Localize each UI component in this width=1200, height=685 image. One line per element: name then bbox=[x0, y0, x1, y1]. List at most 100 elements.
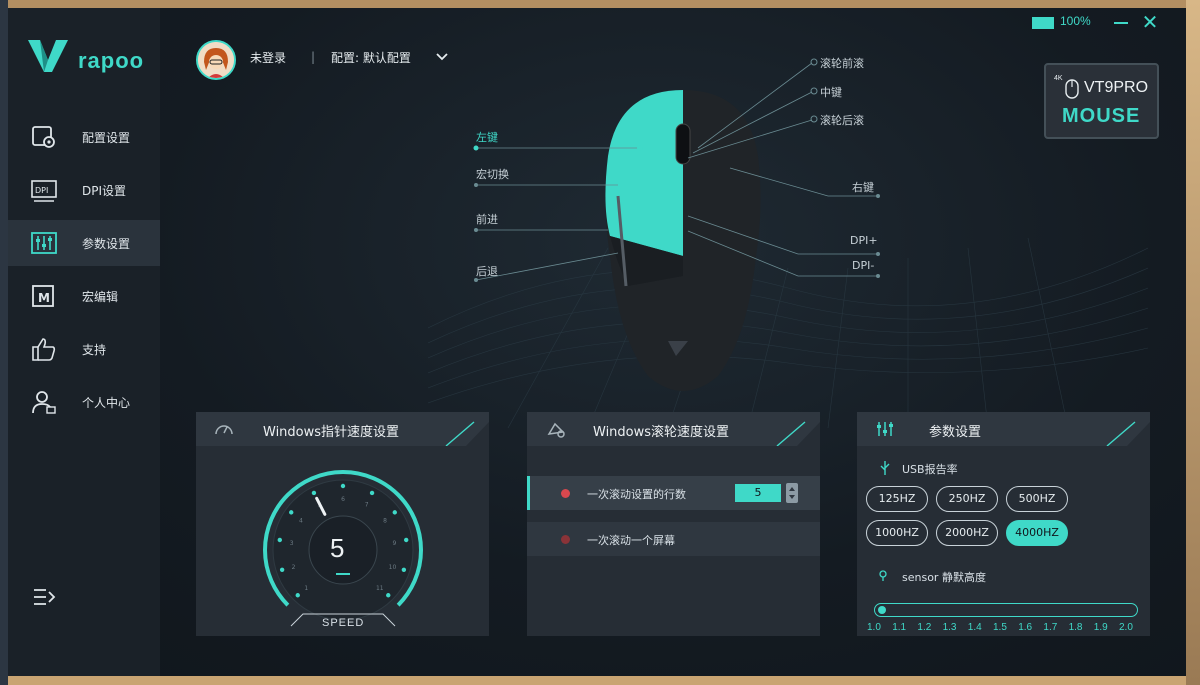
mouse-button-dpi-plus[interactable]: DPI+ bbox=[850, 234, 878, 247]
sidebar-item-label: 配置设置 bbox=[82, 131, 131, 145]
login-status[interactable]: 未登录 bbox=[250, 49, 286, 66]
scroll-lines-stepper[interactable] bbox=[786, 483, 798, 503]
badge-4k: 4K bbox=[1054, 75, 1063, 82]
thumbs-up-icon bbox=[32, 338, 56, 361]
rate-option-500[interactable]: 500HZ bbox=[1006, 486, 1068, 512]
lod-tick-label: 1.5 bbox=[993, 622, 1007, 633]
gauge-tick-dot bbox=[289, 510, 294, 515]
chevron-down-icon[interactable] bbox=[436, 52, 448, 62]
battery-icon bbox=[1032, 17, 1054, 29]
rate-option-2000[interactable]: 2000HZ bbox=[936, 520, 998, 546]
radio-dot-icon bbox=[561, 535, 570, 544]
sidebar-item-dpi[interactable]: DPI DPI设置 bbox=[8, 167, 160, 213]
v-logo-icon bbox=[28, 40, 68, 72]
svg-text:M: M bbox=[38, 291, 50, 305]
sidebar-item-label: 参数设置 bbox=[82, 237, 131, 251]
gauge-tick-label: 3 bbox=[290, 540, 294, 547]
rate-option-1000[interactable]: 1000HZ bbox=[866, 520, 928, 546]
sidebar: rapoo 配置设置 DPI DPI设置 参数设置 M 宏编辑 支持 个人中心 bbox=[8, 8, 160, 676]
mouse-button-left[interactable]: 左键 bbox=[476, 129, 498, 145]
header-separator: | bbox=[311, 50, 316, 64]
scroll-lines-input[interactable] bbox=[735, 484, 781, 502]
sensor-lod-label: sensor 静默高度 bbox=[902, 571, 986, 584]
gauge-tick-dot bbox=[279, 567, 285, 572]
rapoo-logo: rapoo bbox=[26, 36, 146, 76]
gauge-tick-dot bbox=[295, 593, 300, 598]
lod-tick-label: 1.8 bbox=[1068, 622, 1083, 633]
mouse-button-back[interactable]: 后退 bbox=[476, 263, 498, 279]
avatar[interactable] bbox=[196, 40, 236, 80]
sidebar-item-label: 支持 bbox=[82, 343, 107, 357]
sliders-icon bbox=[31, 232, 57, 254]
radio-dot-icon bbox=[561, 489, 570, 498]
desk-background-left bbox=[0, 0, 8, 685]
lod-tick-label: 1.9 bbox=[1093, 622, 1108, 633]
sidebar-item-macro[interactable]: M 宏编辑 bbox=[8, 273, 160, 319]
avatar-image bbox=[198, 42, 234, 78]
lod-slider[interactable] bbox=[874, 603, 1138, 617]
rate-option-125[interactable]: 125HZ bbox=[866, 486, 928, 512]
gauge-tick-label: 10 bbox=[389, 564, 397, 571]
usb-rate-label: USB报告率 bbox=[902, 463, 958, 476]
gauge-tick-dot bbox=[369, 490, 375, 496]
lod-tick-label: 1.0 bbox=[867, 622, 881, 633]
gauge-tick-label: 8 bbox=[383, 517, 387, 524]
battery-level: 100% bbox=[1060, 14, 1091, 28]
gauge-tick-label: 4 bbox=[299, 517, 303, 524]
sidebar-item-params[interactable]: 参数设置 bbox=[8, 220, 160, 266]
collapse-menu-icon[interactable] bbox=[32, 586, 56, 608]
desk-background-right bbox=[1186, 0, 1200, 685]
close-button[interactable]: ✕ bbox=[1140, 12, 1160, 32]
device-model: VT9PRO bbox=[1084, 79, 1149, 96]
gauge-tick-label: 11 bbox=[376, 585, 384, 592]
sidebar-item-label: 宏编辑 bbox=[82, 290, 119, 304]
mouse-button-dpi-minus[interactable]: DPI- bbox=[852, 259, 874, 272]
scroll-option-screen[interactable]: 一次滚动一个屏幕 bbox=[527, 522, 820, 556]
rate-option-4000[interactable]: 4000HZ bbox=[1006, 520, 1068, 546]
config-selector[interactable]: 配置: 默认配置 bbox=[331, 49, 411, 66]
svg-text:DPI: DPI bbox=[35, 186, 48, 195]
lod-tick-label: 1.4 bbox=[967, 622, 982, 633]
panel-title: Windows指针速度设置 bbox=[263, 425, 400, 440]
gauge-tick-label: 2 bbox=[292, 564, 296, 571]
panel-title: 参数设置 bbox=[929, 425, 982, 440]
gauge-tick-dot bbox=[340, 483, 346, 489]
device-type: MOUSE bbox=[1062, 105, 1141, 127]
user-icon bbox=[32, 391, 56, 414]
rate-option-250[interactable]: 250HZ bbox=[936, 486, 998, 512]
lod-tick-label: 1.7 bbox=[1043, 622, 1058, 633]
lod-tick-label: 1.1 bbox=[892, 622, 907, 633]
sidebar-item-config[interactable]: 配置设置 bbox=[8, 114, 160, 160]
pointer-speed-value: 5 bbox=[330, 533, 345, 563]
mouse-icon bbox=[1065, 79, 1079, 99]
app-window: rapoo 配置设置 DPI DPI设置 参数设置 M 宏编辑 支持 个人中心 … bbox=[8, 8, 1186, 676]
mouse-button-macro-switch[interactable]: 宏切换 bbox=[476, 166, 509, 182]
mouse-button-right[interactable]: 右键 bbox=[852, 179, 874, 195]
sidebar-item-label: 个人中心 bbox=[82, 396, 131, 410]
lod-tick-label: 1.6 bbox=[1018, 622, 1033, 633]
sensor-icon bbox=[879, 570, 887, 581]
mouse-button-middle[interactable]: 中键 bbox=[820, 84, 842, 100]
gauge-tick-dot bbox=[404, 537, 409, 543]
speedometer-icon bbox=[215, 425, 233, 435]
mouse-button-wheel-back[interactable]: 滚轮后滚 bbox=[820, 112, 864, 128]
selection-bar bbox=[527, 476, 530, 510]
sidebar-item-support[interactable]: 支持 bbox=[8, 326, 160, 372]
scroll-option-label: 一次滚动一个屏幕 bbox=[587, 534, 675, 547]
gauge-tick-label: 9 bbox=[392, 540, 396, 547]
gauge-tick-dot bbox=[386, 593, 391, 598]
mouse-button-wheel-forward[interactable]: 滚轮前滚 bbox=[820, 55, 864, 71]
pointer-speed-panel: Windows指针速度设置 1234567891011 5 SPEED bbox=[196, 412, 489, 636]
lod-slider-knob[interactable] bbox=[878, 606, 886, 614]
callout-lines bbox=[473, 58, 880, 282]
mouse-button-forward[interactable]: 前进 bbox=[476, 211, 498, 227]
sliders-icon bbox=[877, 422, 893, 436]
sidebar-item-profile[interactable]: 个人中心 bbox=[8, 379, 160, 425]
lod-tick-label: 1.3 bbox=[942, 622, 957, 633]
minimize-button[interactable] bbox=[1114, 22, 1128, 24]
scroll-option-lines[interactable]: 一次滚动设置的行数 bbox=[527, 476, 820, 510]
usb-icon bbox=[880, 461, 890, 475]
gauge-tick-label: 6 bbox=[341, 496, 345, 503]
panel-title: Windows滚轮速度设置 bbox=[593, 425, 730, 440]
scroll-wheel-icon bbox=[547, 422, 565, 438]
